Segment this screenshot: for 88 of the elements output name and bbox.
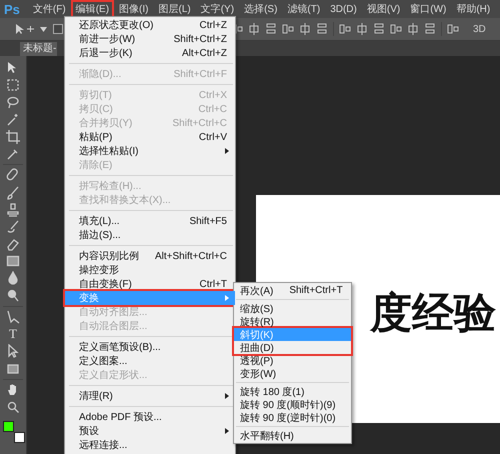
menu-bar-item[interactable]: 图层(L) (155, 2, 194, 16)
stamp-tool-icon[interactable] (6, 202, 20, 217)
menu-item[interactable]: 旋转 90 度(逆时针)(0) (234, 411, 351, 424)
menu-item[interactable]: 远程连接... (65, 438, 235, 452)
caret-icon[interactable] (40, 26, 47, 32)
menu-item[interactable]: 变形(W) (234, 367, 351, 380)
align-icon[interactable] (316, 23, 328, 35)
menu-item[interactable]: 前进一步(W) Shift+Ctrl+Z (65, 32, 235, 46)
menu-item[interactable]: 清理(R) (65, 389, 235, 403)
align-icon[interactable] (248, 23, 260, 35)
align-icon[interactable] (373, 23, 385, 35)
menu-item[interactable]: 水平翻转(H) (234, 429, 351, 442)
dodge-tool-icon[interactable] (6, 288, 20, 303)
align-icon[interactable] (299, 23, 311, 35)
canvas-text: 度经验 (370, 289, 496, 337)
menu-bar-item[interactable]: 编辑(E) (72, 2, 112, 16)
align-icon[interactable] (339, 23, 351, 35)
keyboard-shortcut: Shift+Ctrl+F (174, 68, 227, 80)
menu-bar-item[interactable]: 文字(Y) (198, 2, 238, 16)
menu-item[interactable]: 定义画笔预设(B)... (65, 340, 235, 354)
background-color-swatch[interactable] (14, 432, 25, 444)
marquee-tool-icon[interactable] (6, 78, 20, 92)
menu-item[interactable]: Adobe PDF 预设... (65, 410, 235, 424)
menu-item[interactable]: 再次(A) Shift+Ctrl+T (234, 284, 351, 297)
brush-tool-icon[interactable] (6, 186, 20, 200)
type-tool[interactable]: T (9, 327, 17, 342)
menu-item[interactable]: 旋转 180 度(1) (234, 385, 351, 398)
move-tool-icon[interactable] (14, 23, 36, 35)
keyboard-shortcut: Alt+Shift+Ctrl+C (155, 250, 227, 262)
document-tab[interactable]: 未标题- (20, 42, 58, 56)
checkbox[interactable] (53, 24, 63, 34)
keyboard-shortcut: Shift+Ctrl+C (172, 118, 227, 128)
align-icon[interactable] (356, 23, 368, 35)
gradient-tool-icon[interactable] (6, 254, 20, 268)
drop-tool-icon[interactable] (6, 271, 20, 286)
menu-bar-item[interactable]: 窗口(W) (407, 2, 450, 16)
menu-bar-item[interactable]: 3D(D) (327, 2, 360, 16)
menu-item[interactable]: 描边(S)... (65, 228, 235, 242)
align-icon[interactable] (265, 23, 277, 35)
zoom-tool-icon[interactable] (6, 400, 20, 414)
foreground-color-swatch[interactable] (3, 421, 14, 432)
menu-bar-item[interactable]: 滤镜(T) (284, 2, 324, 16)
menu-bar-item[interactable]: 图像(I) (116, 2, 152, 16)
menu-item[interactable]: 内容识别比例 Alt+Shift+Ctrl+C (65, 249, 235, 263)
menu-item[interactable]: 粘贴(P) Ctrl+V (65, 130, 235, 144)
menu-item[interactable]: 扭曲(D) (234, 341, 351, 354)
mode-label[interactable]: 3D (473, 24, 486, 34)
menu-bar-item[interactable]: 帮助(H) (453, 2, 494, 16)
select-tool-icon[interactable] (6, 344, 20, 358)
keyboard-shortcut: Ctrl+X (198, 90, 227, 100)
keyboard-shortcut: Ctrl+V (198, 132, 227, 142)
keyboard-shortcut: Ctrl+C (198, 104, 227, 114)
menu-item[interactable]: 自由变换(F) Ctrl+T (65, 277, 235, 291)
keyboard-shortcut: Shift+F5 (189, 216, 227, 226)
keyboard-shortcut: Ctrl+T (199, 278, 227, 290)
menu-item[interactable]: 预设 (65, 424, 235, 438)
menu-item[interactable]: 选择性粘贴(I) (65, 144, 235, 158)
menu-item[interactable]: 后退一步(K) Alt+Ctrl+Z (65, 46, 235, 60)
heal-tool-icon[interactable] (6, 168, 20, 182)
keyboard-shortcut: Shift+Ctrl+T (289, 285, 343, 296)
pen-tool-icon[interactable] (6, 310, 20, 324)
history-tool-icon[interactable] (6, 220, 20, 234)
menu-bar-item[interactable]: 视图(V) (364, 2, 404, 16)
menu-item[interactable]: 旋转(R) (234, 315, 351, 328)
align-icon[interactable] (282, 23, 294, 35)
menu-item[interactable]: 缩放(S) (234, 302, 351, 315)
menu-item[interactable]: 操控变形 (65, 263, 235, 277)
menu-item[interactable]: 还原状态更改(O) Ctrl+Z (65, 18, 235, 32)
align-icon[interactable] (447, 23, 459, 35)
lasso-tool-icon[interactable] (6, 95, 20, 110)
crop-tool-icon[interactable] (6, 130, 20, 144)
rect-tool-icon[interactable] (6, 362, 20, 376)
eyedropper-tool-icon[interactable] (6, 146, 20, 161)
menu-item[interactable]: 填充(L)... Shift+F5 (65, 214, 235, 228)
app-logo: Ps (4, 2, 20, 16)
menu-bar-item[interactable]: 选择(S) (241, 2, 280, 16)
menu-item[interactable]: 透视(P) (234, 354, 351, 367)
align-icon[interactable] (424, 23, 436, 35)
align-icon[interactable] (407, 23, 419, 35)
keyboard-shortcut: Shift+Ctrl+Z (174, 34, 227, 44)
keyboard-shortcut: Alt+Ctrl+Z (182, 48, 227, 58)
keyboard-shortcut: Ctrl+Z (199, 20, 227, 30)
menu-bar-item[interactable]: 文件(F) (30, 2, 69, 16)
menu-item[interactable]: 定义图案... (65, 354, 235, 368)
menu-item[interactable]: 旋转 90 度(顺时针)(9) (234, 398, 351, 411)
wand-tool-icon[interactable] (6, 112, 20, 127)
align-icon[interactable] (390, 23, 402, 35)
eraser-tool-icon[interactable] (6, 237, 20, 252)
